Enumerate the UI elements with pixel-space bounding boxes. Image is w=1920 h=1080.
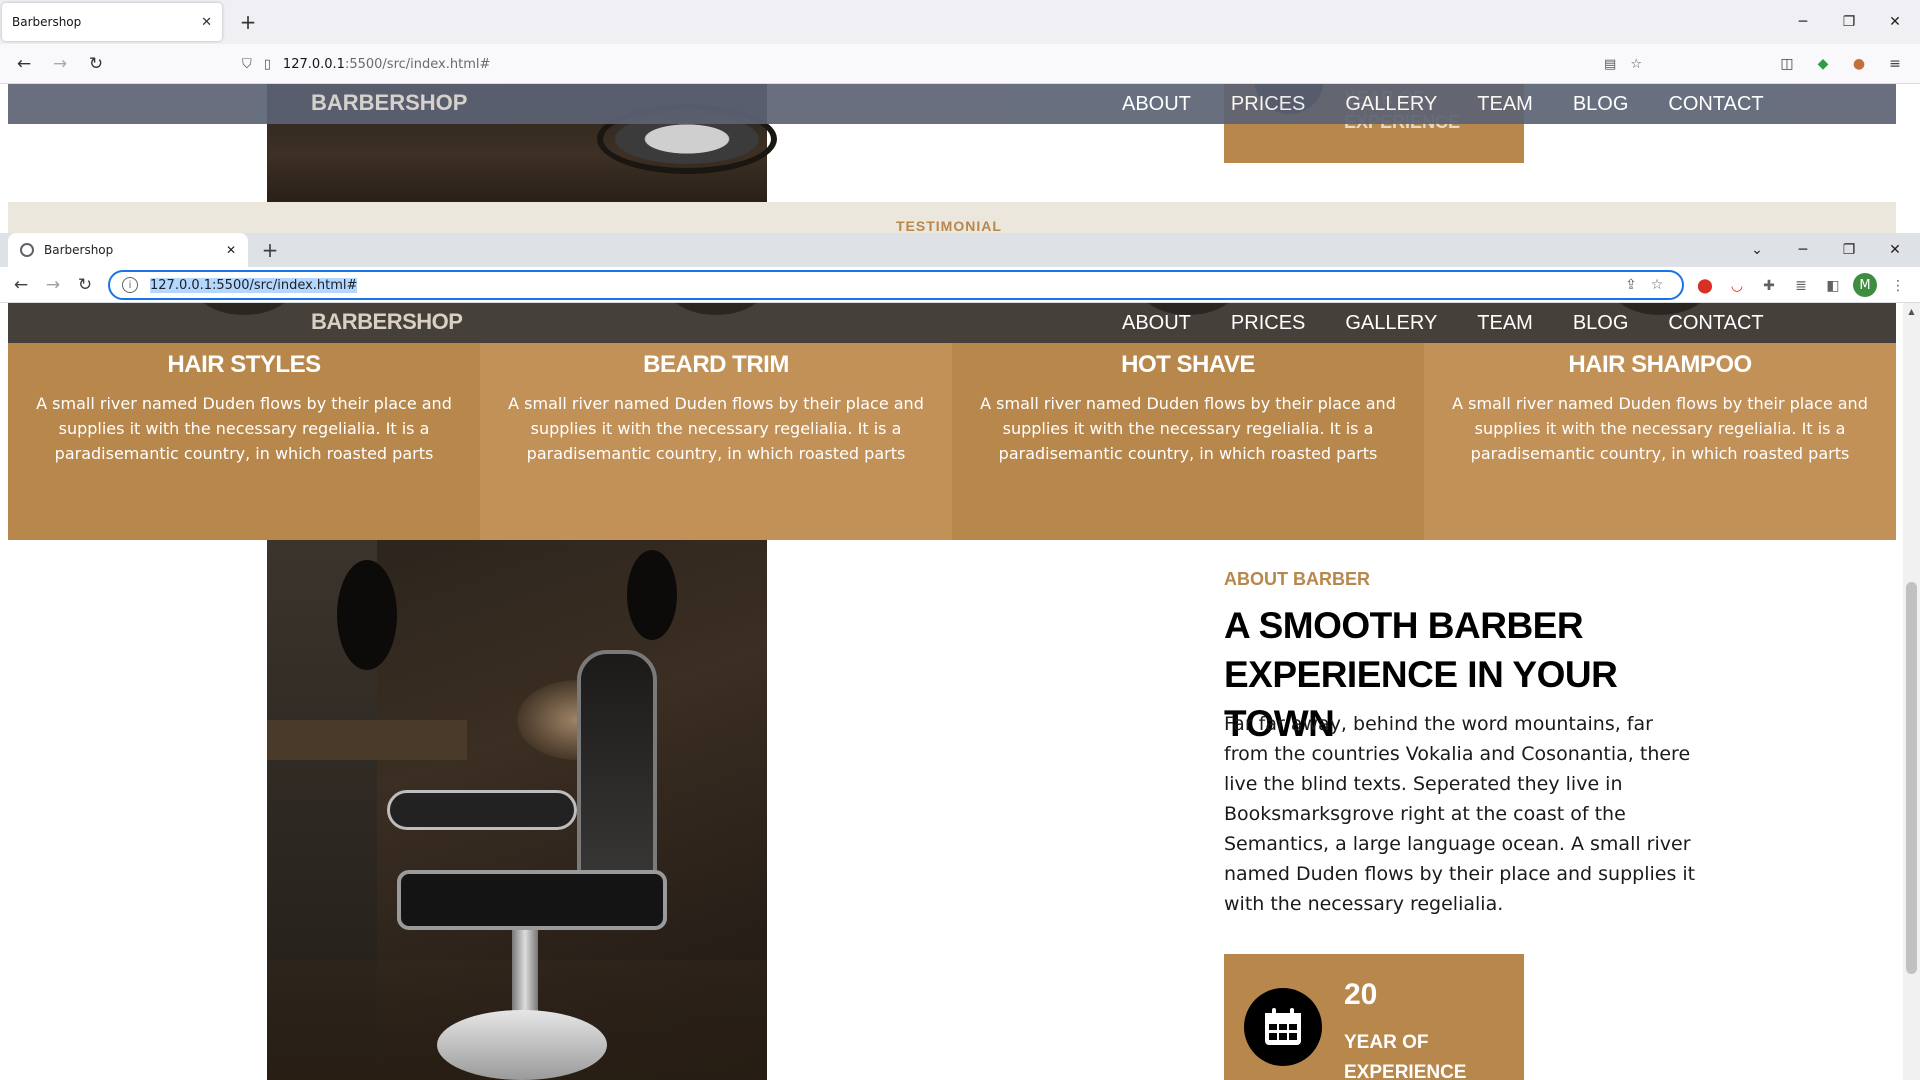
service-title: HAIR SHAMPOO	[1568, 351, 1752, 378]
background-page: YEAR OF EXPERIENCE BARBERSHOP ABOUT PRIC…	[8, 84, 1896, 233]
background-menu-item[interactable]: GALLERY	[1345, 93, 1437, 116]
background-logo[interactable]: BARBERSHOP	[311, 90, 467, 116]
back-icon[interactable]: ←	[8, 272, 34, 298]
address-bar[interactable]: i 127.0.0.1:5500/src/index.html# ⇪ ☆	[108, 270, 1684, 300]
site-navbar: BARBERSHOP ABOUT PRICES GALLERY TEAM BLO…	[8, 303, 1896, 343]
background-tab-strip	[0, 0, 1920, 44]
service-title: HOT SHAVE	[1121, 351, 1255, 378]
reading-list-icon[interactable]: ≣	[1788, 273, 1814, 299]
extension-icon[interactable]: ●	[1847, 52, 1871, 76]
service-text: A small river named Duden flows by their…	[1452, 394, 1868, 463]
background-menu-item[interactable]: BLOG	[1573, 93, 1629, 116]
reader-view-icon[interactable]: ▤	[1604, 57, 1616, 72]
pocket-icon[interactable]: ◫	[1775, 52, 1799, 76]
pocket-extension-icon[interactable]: ◡	[1724, 273, 1750, 299]
background-menu-item[interactable]: CONTACT	[1668, 93, 1763, 116]
new-tab-icon[interactable]: +	[256, 236, 284, 264]
close-window-icon[interactable]: ✕	[1872, 0, 1918, 44]
bookmark-star-icon[interactable]: ☆	[1630, 57, 1642, 72]
background-menu-item[interactable]: TEAM	[1477, 93, 1533, 116]
service-text: A small river named Duden flows by their…	[508, 394, 924, 463]
service-title: BEARD TRIM	[643, 351, 789, 378]
service-card-beard-trim: BEARD TRIM A small river named Duden flo…	[480, 343, 952, 540]
service-text: A small river named Duden flows by their…	[980, 394, 1396, 463]
url-host: 127.0.0.1	[282, 56, 345, 72]
tab-search-icon[interactable]: ⌄	[1734, 233, 1780, 267]
about-kicker: ABOUT BARBER	[1224, 569, 1370, 589]
new-tab-icon[interactable]: +	[234, 8, 262, 36]
menu-item-gallery[interactable]: GALLERY	[1345, 303, 1437, 343]
testimonial-label: TESTIMONIAL	[896, 218, 1002, 233]
years-label: YEAR OF EXPERIENCE	[1344, 1032, 1467, 1080]
restore-icon[interactable]: ❐	[1826, 233, 1872, 267]
menu-item-blog[interactable]: BLOG	[1573, 303, 1629, 343]
menu-item-team[interactable]: TEAM	[1477, 303, 1533, 343]
restore-icon[interactable]: ❐	[1826, 0, 1872, 44]
menu-icon[interactable]: ≡	[1883, 52, 1907, 76]
url-path: :5500/src/index.html#	[344, 56, 491, 72]
opera-extension-icon[interactable]: ⬤	[1692, 273, 1718, 299]
service-card-hot-shave: HOT SHAVE A small river named Duden flow…	[952, 343, 1424, 540]
reload-icon[interactable]: ↻	[72, 272, 98, 298]
experience-box: 20 YEAR OF EXPERIENCE	[1224, 954, 1524, 1080]
minimize-icon[interactable]: ─	[1780, 233, 1826, 267]
share-icon[interactable]: ⇪	[1618, 277, 1644, 293]
background-menu-item[interactable]: ABOUT	[1122, 93, 1191, 116]
menu-item-prices[interactable]: PRICES	[1231, 303, 1305, 343]
close-window-icon[interactable]: ✕	[1872, 233, 1918, 267]
service-text: A small river named Duden flows by their…	[36, 394, 452, 463]
close-icon[interactable]: ✕	[201, 15, 212, 30]
site-info-icon[interactable]: i	[122, 277, 138, 293]
forward-icon[interactable]: →	[46, 50, 74, 78]
service-card-hair-styles: HAIR STYLES A small river named Duden fl…	[8, 343, 480, 540]
background-menu: ABOUT PRICES GALLERY TEAM BLOG CONTACT	[1122, 84, 1764, 124]
background-menu-item[interactable]: PRICES	[1231, 93, 1305, 116]
about-paragraph: Far far away, behind the word mountains,…	[1224, 713, 1696, 915]
service-title: HAIR STYLES	[167, 351, 321, 378]
extension-shield-icon[interactable]: ◆	[1811, 52, 1835, 76]
forward-icon[interactable]: →	[40, 272, 66, 298]
more-menu-icon[interactable]: ⋮	[1885, 273, 1911, 299]
services-row: HAIR STYLES A small river named Duden fl…	[8, 343, 1896, 540]
tab-strip	[0, 233, 1920, 267]
site-logo[interactable]: BARBERSHOP	[311, 309, 463, 335]
background-tab-title: Barbershop	[12, 15, 82, 29]
minimize-icon[interactable]: ─	[1780, 0, 1826, 44]
scroll-up-arrow-icon[interactable]: ▲	[1903, 303, 1920, 320]
shield-icon: ⛉	[242, 56, 252, 72]
back-icon[interactable]: ←	[10, 50, 38, 78]
reload-icon[interactable]: ↻	[82, 50, 110, 78]
active-tab[interactable]: Barbershop ✕	[8, 233, 248, 267]
extensions-puzzle-icon[interactable]: ✚	[1756, 273, 1782, 299]
url-text[interactable]: 127.0.0.1:5500/src/index.html#	[150, 277, 358, 293]
testimonial-section: TESTIMONIAL	[8, 202, 1896, 233]
calendar-icon	[1244, 988, 1322, 1066]
page-content: BARBERSHOP ABOUT PRICES GALLERY TEAM BLO…	[8, 303, 1896, 1080]
background-url-bar[interactable]: ⛉ ▯ 127.0.0.1:5500/src/index.html# ▤ ☆	[232, 48, 1652, 80]
globe-icon	[20, 243, 34, 257]
tab-title: Barbershop	[44, 243, 114, 257]
scrollbar-thumb[interactable]	[1906, 582, 1917, 974]
service-card-hair-shampoo: HAIR SHAMPOO A small river named Duden f…	[1424, 343, 1896, 540]
barber-chair-photo	[267, 540, 767, 1080]
side-panel-icon[interactable]: ◧	[1820, 273, 1846, 299]
background-tab[interactable]: Barbershop ✕	[2, 3, 222, 41]
profile-avatar[interactable]: M	[1853, 273, 1877, 297]
close-tab-icon[interactable]: ✕	[226, 243, 236, 257]
years-count: 20	[1344, 978, 1378, 1011]
page-icon: ▯	[263, 56, 271, 72]
bookmark-star-icon[interactable]: ☆	[1644, 277, 1670, 293]
background-site-nav: BARBERSHOP ABOUT PRICES GALLERY TEAM BLO…	[8, 84, 1896, 124]
